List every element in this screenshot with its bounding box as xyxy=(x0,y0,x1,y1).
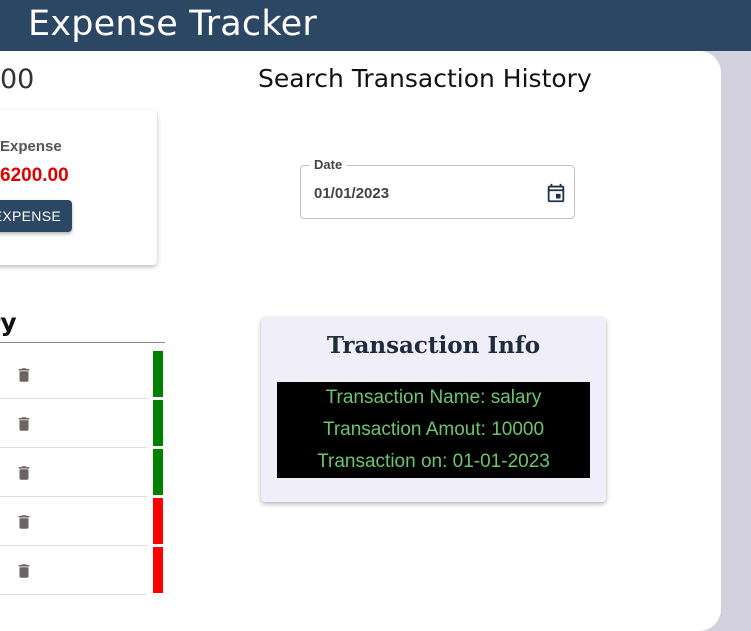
history-row xyxy=(0,351,147,399)
row-divider xyxy=(0,496,147,497)
date-input[interactable] xyxy=(314,185,494,202)
history-row xyxy=(0,547,147,595)
expense-indicator xyxy=(153,498,163,544)
transaction-info-card: Transaction Info Transaction Name: salar… xyxy=(261,317,606,502)
date-field[interactable]: Date xyxy=(300,157,575,219)
transaction-name: Transaction Name: salary xyxy=(325,387,542,408)
income-indicator xyxy=(153,449,163,495)
history-row xyxy=(0,449,147,497)
transaction-date: Transaction on: 01-01-2023 xyxy=(317,451,550,472)
row-divider xyxy=(0,594,147,595)
app-header: Expense Tracker xyxy=(0,0,751,51)
trash-icon[interactable] xyxy=(15,561,33,581)
calendar-icon[interactable] xyxy=(545,182,567,204)
date-label: Date xyxy=(310,157,347,172)
transaction-amount: Transaction Amout: 10000 xyxy=(322,419,545,440)
expense-value: 6200.00 xyxy=(0,165,69,186)
income-indicator xyxy=(153,400,163,446)
expense-summary-card: Expense 6200.00 D EXPENSE xyxy=(0,110,157,265)
transaction-info-box: Transaction Name: salary Transaction Amo… xyxy=(277,382,590,478)
trash-icon[interactable] xyxy=(15,414,33,434)
add-expense-button[interactable]: D EXPENSE xyxy=(0,200,72,232)
row-divider xyxy=(0,545,147,546)
row-divider xyxy=(0,398,147,399)
history-divider xyxy=(0,342,165,343)
expense-label: Expense xyxy=(0,138,62,155)
expense-indicator xyxy=(153,547,163,593)
history-heading: ry xyxy=(0,308,17,337)
trash-icon[interactable] xyxy=(15,463,33,483)
income-indicator xyxy=(153,351,163,397)
trash-icon[interactable] xyxy=(15,365,33,385)
trash-icon[interactable] xyxy=(15,512,33,532)
balance-value: 00 xyxy=(0,64,35,95)
search-title: Search Transaction History xyxy=(258,64,592,93)
transaction-info-title: Transaction Info xyxy=(326,332,541,359)
history-row xyxy=(0,498,147,546)
row-divider xyxy=(0,447,147,448)
history-row xyxy=(0,400,147,448)
app-title: Expense Tracker xyxy=(28,4,317,44)
